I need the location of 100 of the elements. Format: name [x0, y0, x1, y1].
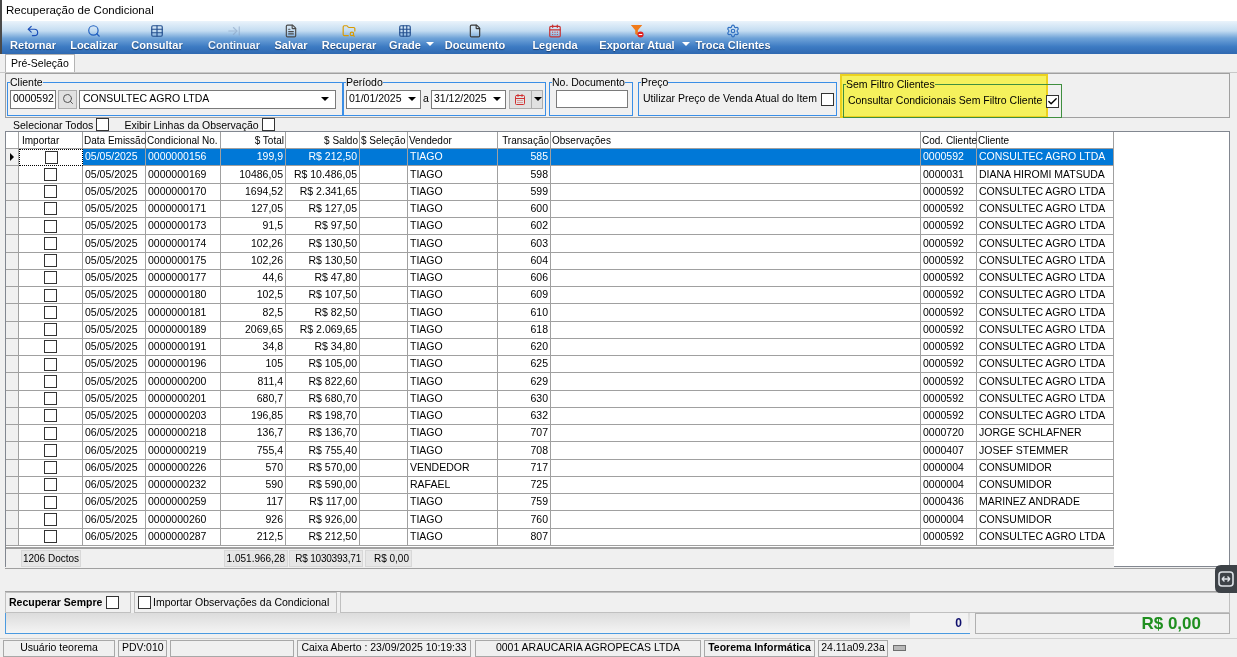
table-row[interactable]: 05/05/2025 0000000181 82,5 R$ 82,50 TIAGO 610 0000592 CONSULTEC AGRO LTDA: [6, 304, 1114, 322]
checkbox[interactable]: [1046, 94, 1060, 108]
table-cell: 05/05/2025: [83, 321, 146, 339]
table-cell: 599: [498, 183, 551, 201]
table-cell: CONSULTEC AGRO LTDA: [977, 390, 1114, 408]
table-cell: R$ 680,70: [286, 390, 360, 408]
checkbox[interactable]: [44, 512, 57, 526]
toolbar-button[interactable]: Documento: [440, 21, 510, 54]
table-cell: 0000592: [921, 390, 977, 408]
checkbox[interactable]: [44, 392, 57, 406]
calendar-button[interactable]: [509, 89, 543, 109]
checkbox[interactable]: [44, 530, 57, 544]
table-row[interactable]: 06/05/2025 0000000219 755,4 R$ 755,40 TIAGO 708 0000407 JOSEF STEMMER: [6, 442, 1114, 460]
search-icon: [61, 93, 74, 105]
toolbar-button[interactable]: Grade: [386, 21, 424, 54]
table-cell: 102,26: [221, 235, 286, 253]
checkbox-label: Utilizar Preço de Venda Atual do Item: [643, 91, 817, 107]
checkbox[interactable]: [106, 596, 120, 609]
client-code-field[interactable]: 0000592: [10, 89, 56, 109]
table-row[interactable]: 05/05/2025 0000000173 91,5 R$ 97,50 TIAGO 602 0000592 CONSULTEC AGRO LTDA: [6, 218, 1114, 236]
checkbox[interactable]: [44, 461, 57, 475]
toolbar-button[interactable]: Exportar Atual: [594, 21, 680, 54]
toolbar-button[interactable]: Retornar: [4, 21, 62, 54]
table-cell: R$ 2.069,65: [286, 321, 360, 339]
checkbox[interactable]: [44, 443, 57, 457]
checkbox[interactable]: [44, 271, 57, 285]
table-cell: 0000407: [921, 442, 977, 460]
toolbar-button[interactable]: Troca Clientes: [694, 21, 772, 54]
checkbox[interactable]: [820, 92, 834, 106]
table-cell: VENDEDOR: [408, 459, 498, 477]
checkbox[interactable]: [44, 167, 57, 181]
table-cell: 102,26: [221, 252, 286, 270]
checkbox[interactable]: [138, 596, 151, 609]
date-picker[interactable]: 01/01/2025: [346, 89, 421, 109]
folder-search-icon: [342, 24, 356, 38]
table-cell: CONSULTEC AGRO LTDA: [977, 252, 1114, 270]
date-picker[interactable]: 31/12/2025: [431, 89, 506, 109]
search-button[interactable]: [58, 89, 77, 109]
table-cell: 0000000169: [146, 166, 221, 184]
checkbox[interactable]: [44, 185, 57, 199]
checkbox[interactable]: [44, 323, 57, 337]
toolbar-button[interactable]: Recuperar: [318, 21, 380, 54]
toolbar-button[interactable]: Consultar: [128, 21, 186, 54]
table-row[interactable]: 05/05/2025 0000000156 199,9 R$ 212,50 TIAGO 585 0000592 CONSULTEC AGRO LTDA: [6, 149, 1114, 167]
table-cell: R$ 10.486,05: [286, 166, 360, 184]
toolbar-button[interactable]: Legenda: [526, 21, 584, 54]
checkbox[interactable]: [44, 151, 58, 165]
checkbox[interactable]: [44, 254, 57, 268]
checkbox[interactable]: [44, 478, 57, 492]
table-cell: 0000592: [921, 321, 977, 339]
tab[interactable]: Pré-Seleção: [5, 54, 75, 72]
table-row[interactable]: 06/05/2025 0000000260 926 R$ 926,00 TIAGO 760 0000004 CONSUMIDOR: [6, 511, 1114, 529]
checkbox[interactable]: [44, 305, 57, 319]
grid-icon: [398, 24, 412, 38]
checkbox[interactable]: [44, 495, 57, 509]
table-row[interactable]: 05/05/2025 0000000200 811,4 R$ 822,60 TIAGO 629 0000592 CONSULTEC AGRO LTDA: [6, 373, 1114, 391]
client-combobox[interactable]: CONSULTEC AGRO LTDA: [79, 89, 336, 109]
table-cell: 755,4: [221, 442, 286, 460]
checkbox[interactable]: [261, 118, 275, 131]
table-cell: 0000000201: [146, 390, 221, 408]
checkbox[interactable]: [44, 409, 57, 423]
status-field: PDV:010: [118, 639, 167, 657]
checkbox[interactable]: [44, 288, 57, 302]
checkbox[interactable]: [44, 374, 57, 388]
toolbar-button[interactable]: Salvar: [270, 21, 312, 54]
table-cell: CONSULTEC AGRO LTDA: [977, 321, 1114, 339]
table-row[interactable]: 05/05/2025 0000000169 10486,05 R$ 10.486,05 TIAGO 598 0000031 DIANA HIROMI MATSUDA: [6, 166, 1114, 184]
checkbox[interactable]: [96, 118, 110, 131]
table-row[interactable]: 06/05/2025 0000000259 117 R$ 117,00 TIAGO 759 0000436 MARINEZ ANDRADE: [6, 494, 1114, 512]
table-cell: CONSULTEC AGRO LTDA: [977, 235, 1114, 253]
checkbox[interactable]: [44, 202, 57, 216]
table-row[interactable]: 05/05/2025 0000000180 102,5 R$ 107,50 TIAGO 609 0000592 CONSULTEC AGRO LTDA: [6, 287, 1114, 305]
checkbox[interactable]: [44, 426, 57, 440]
table-cell: 926: [221, 511, 286, 529]
checkbox[interactable]: [44, 219, 57, 233]
status-field: 0001 ARAUCARIA AGROPECAS LTDA: [475, 639, 701, 657]
count-field: 0: [910, 613, 968, 632]
table-cell: 807: [498, 528, 551, 546]
checkbox[interactable]: [44, 236, 57, 250]
table-cell: 212,5: [221, 528, 286, 546]
table-cell: 0000592: [921, 528, 977, 546]
table-cell: TIAGO: [408, 304, 498, 322]
bar-indicator-icon: [893, 645, 906, 651]
document-number-field[interactable]: [556, 90, 628, 108]
double-arrow-tab-icon[interactable]: [1215, 565, 1237, 593]
table-cell: 0000592: [921, 373, 977, 391]
check-icon: [1047, 95, 1059, 107]
table-cell: 06/05/2025: [83, 442, 146, 460]
table-row[interactable]: 05/05/2025 0000000174 102,26 R$ 130,50 TIAGO 603 0000592 CONSULTEC AGRO LTDA: [6, 235, 1114, 253]
toolbar-button[interactable]: Localizar: [66, 21, 122, 54]
checkbox[interactable]: [44, 340, 57, 354]
table-cell: 570: [221, 459, 286, 477]
table-row[interactable]: 05/05/2025 0000000196 105 R$ 105,00 TIAGO 625 0000592 CONSULTEC AGRO LTDA: [6, 356, 1114, 374]
table-row[interactable]: 06/05/2025 0000000218 136,7 R$ 136,70 TIAGO 707 0000720 JORGE SCHLAFNER: [6, 425, 1114, 443]
table-cell: 0000592: [921, 304, 977, 322]
document-icon: [284, 24, 298, 38]
checkbox[interactable]: [44, 357, 57, 371]
table-cell: 0000592: [921, 183, 977, 201]
table-cell: CONSUMIDOR: [977, 459, 1114, 477]
table-cell: 0000000200: [146, 373, 221, 391]
